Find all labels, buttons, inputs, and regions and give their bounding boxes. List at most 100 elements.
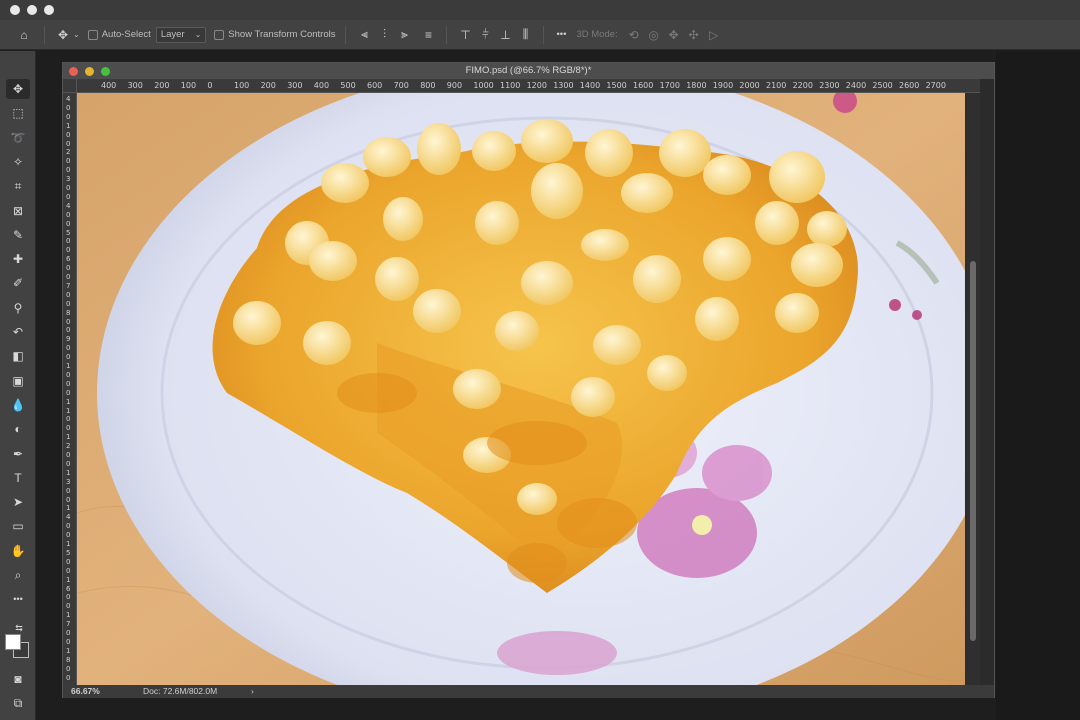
ruler-tick-label: 0: [66, 103, 71, 112]
tools-panel: ⇆ ◙ ⧉ ✥ ⬚ ➰ ✧ ⌗ ⊠ ✎ ✚ ✐ ⚲ ↶ ◧ ▣ 💧 ◐ ✒ T ➤ ▭ ✋ ⌕ •••: [0, 51, 36, 720]
slide-3d-icon[interactable]: ✣: [684, 25, 704, 45]
ruler-tick-label: 1: [66, 468, 71, 477]
brush-tool-icon[interactable]: ✐: [6, 273, 30, 293]
foreground-color-swatch[interactable]: [5, 634, 21, 650]
home-icon[interactable]: ⌂: [14, 25, 34, 45]
ruler-tick-label: 0: [66, 531, 71, 540]
path-selection-tool-icon[interactable]: ➤: [6, 492, 30, 512]
ruler-tick-label: 0: [66, 273, 71, 281]
ruler-tick-label: 0: [66, 459, 71, 468]
show-transform-controls-checkbox[interactable]: [214, 29, 225, 40]
chevron-right-icon[interactable]: ›: [251, 685, 254, 698]
ruler-tick-label: 0: [66, 210, 71, 219]
minimize-window-button[interactable]: [27, 5, 37, 15]
ruler-tick-label: 1: [66, 406, 71, 415]
dodge-tool-icon[interactable]: ◐: [6, 419, 30, 439]
pen-tool-icon[interactable]: ✒: [6, 444, 30, 464]
roll-3d-icon[interactable]: ◎: [644, 25, 664, 45]
ruler-tick-label: 0: [207, 81, 213, 90]
ruler-tick-label: 2: [66, 442, 71, 451]
ruler-tick-label: 0: [66, 264, 71, 273]
hand-tool-icon[interactable]: ✋: [6, 541, 30, 561]
stamp-tool-icon[interactable]: ⚲: [6, 298, 30, 318]
move-tool-icon[interactable]: ✥: [6, 79, 30, 99]
vertical-ruler[interactable]: 4001002003004005006007008009001000110012…: [63, 93, 77, 687]
move-tool-preset-icon[interactable]: ✥: [53, 25, 73, 45]
close-document-button[interactable]: [69, 67, 78, 76]
ruler-tick-label: 4: [66, 201, 71, 210]
pan-3d-icon[interactable]: ✥: [664, 25, 684, 45]
quick-mask-icon[interactable]: ◙: [6, 669, 30, 689]
distribute-vertical-icon[interactable]: ⫼: [515, 25, 535, 45]
gradient-tool-icon[interactable]: ▣: [6, 371, 30, 391]
eraser-tool-icon[interactable]: ◧: [6, 346, 30, 366]
distribute-horizontal-icon[interactable]: ≡: [418, 25, 438, 45]
align-vertical-centers-icon[interactable]: ⫩: [475, 25, 495, 45]
ruler-tick-label: 800: [420, 81, 436, 90]
ruler-origin[interactable]: [63, 79, 77, 93]
align-horizontal-centers-icon[interactable]: ⫶: [374, 25, 394, 45]
ruler-tick-label: 0: [66, 192, 71, 201]
align-left-edges-icon[interactable]: ⫷: [354, 25, 374, 45]
minimize-document-button[interactable]: [85, 67, 94, 76]
ruler-tick-label: 1: [66, 433, 71, 442]
ruler-tick-label: 1: [66, 504, 71, 513]
auto-select-checkbox[interactable]: [87, 29, 98, 40]
ruler-tick-label: 2700: [925, 81, 946, 90]
zoom-tool-icon[interactable]: ⌕: [6, 565, 30, 585]
marquee-tool-icon[interactable]: ⬚: [6, 103, 30, 123]
photo-mac-and-cheese-plate: [77, 93, 965, 687]
ruler-tick-label: 2300: [819, 81, 840, 90]
show-transform-controls-label: Show Transform Controls: [228, 29, 336, 40]
ruler-tick-label: 0: [66, 602, 71, 611]
ruler-tick-label: 0: [66, 130, 71, 139]
align-top-edges-icon[interactable]: ⊤: [455, 25, 475, 45]
ruler-tick-label: 1: [66, 121, 71, 130]
image-canvas[interactable]: [77, 93, 965, 687]
align-right-edges-icon[interactable]: ⫸: [394, 25, 414, 45]
more-options-icon[interactable]: •••: [556, 29, 566, 40]
frame-tool-icon[interactable]: ⊠: [6, 201, 30, 221]
ruler-tick-label: 1: [66, 575, 71, 584]
ruler-tick-label: 1100: [500, 81, 521, 90]
ruler-tick-label: 1: [66, 397, 71, 406]
more-tools-icon[interactable]: •••: [6, 589, 30, 609]
orbit-3d-icon[interactable]: ⟲: [624, 25, 644, 45]
scale-3d-icon[interactable]: ▷: [704, 25, 724, 45]
vertical-scrollbar[interactable]: [966, 93, 980, 687]
magic-wand-tool-icon[interactable]: ✧: [6, 152, 30, 172]
ruler-tick-label: 2600: [899, 81, 920, 90]
ruler-tick-label: 300: [287, 81, 303, 90]
ruler-tick-label: 3: [66, 175, 71, 184]
chevron-down-icon[interactable]: ⌄: [73, 30, 80, 39]
auto-select-target-dropdown[interactable]: Layer ⌄: [155, 26, 207, 43]
ruler-tick-label: 4: [66, 95, 71, 103]
ruler-tick-label: 8: [66, 655, 71, 664]
ruler-tick-label: 7: [66, 620, 71, 629]
swap-colors-icon[interactable]: ⇆: [7, 621, 31, 635]
align-bottom-edges-icon[interactable]: ⊥: [495, 25, 515, 45]
scrollbar-thumb[interactable]: [970, 261, 976, 641]
ruler-tick-label: 0: [66, 299, 71, 308]
history-brush-tool-icon[interactable]: ↶: [6, 322, 30, 342]
type-tool-icon[interactable]: T: [6, 468, 30, 488]
ruler-tick-label: 1: [66, 540, 71, 548]
3d-mode-label: 3D Mode:: [576, 29, 618, 40]
ruler-tick-label: 9: [66, 335, 71, 344]
eyedropper-tool-icon[interactable]: ✎: [6, 225, 30, 245]
blur-tool-icon[interactable]: 💧: [6, 395, 30, 415]
zoom-document-button[interactable]: [101, 67, 110, 76]
ruler-tick-label: 1000: [473, 81, 494, 90]
crop-tool-icon[interactable]: ⌗: [6, 176, 30, 196]
zoom-level[interactable]: 66.67%: [71, 685, 100, 698]
app-titlebar: [0, 0, 1080, 20]
close-window-button[interactable]: [10, 5, 20, 15]
screen-mode-icon[interactable]: ⧉: [6, 693, 30, 713]
healing-brush-tool-icon[interactable]: ✚: [6, 249, 30, 269]
ruler-tick-label: 1300: [553, 81, 574, 90]
zoom-window-button[interactable]: [44, 5, 54, 15]
lasso-tool-icon[interactable]: ➰: [6, 128, 30, 148]
rectangle-tool-icon[interactable]: ▭: [6, 516, 30, 536]
horizontal-ruler[interactable]: 400 300 200 100 0 100 200 300 400 500 600 700 800 900…: [77, 79, 980, 93]
ruler-tick-label: 0: [66, 637, 71, 646]
